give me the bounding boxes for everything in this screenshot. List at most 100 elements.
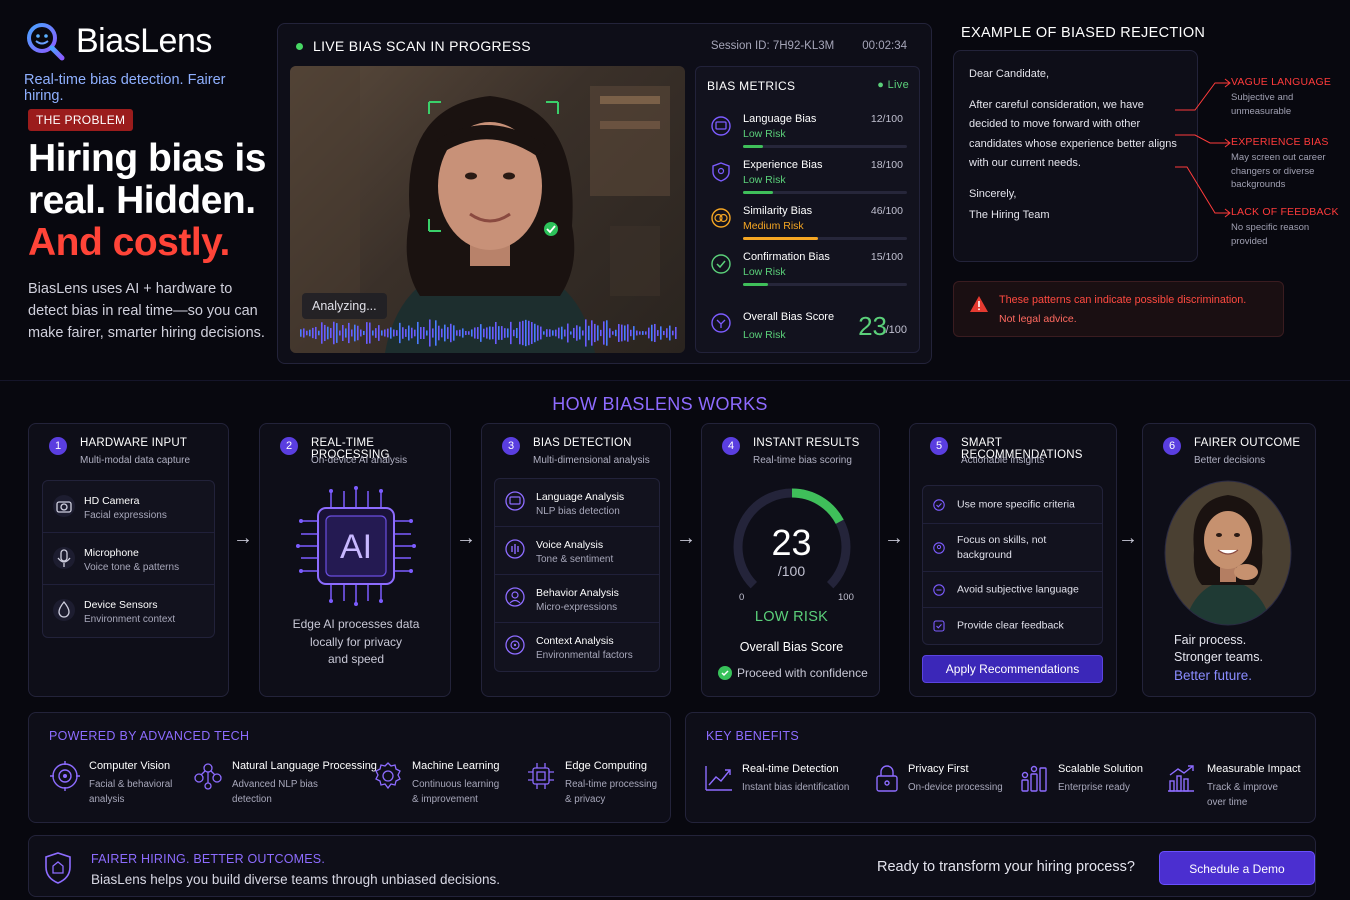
metric-risk: Low Risk — [743, 128, 786, 140]
metric-name: Similarity Bias — [743, 205, 813, 217]
benefit-title: Measurable Impact — [1207, 763, 1301, 775]
rec-item[interactable]: Avoid subjective language — [923, 572, 1102, 608]
metric-experience-bias[interactable]: Experience Bias Low Risk 18/100 — [706, 155, 911, 199]
waveform-bar — [501, 326, 503, 340]
waveform-bar — [390, 327, 392, 339]
waveform-bar — [318, 330, 320, 336]
arrow-right-icon: → — [884, 527, 904, 549]
waveform-bar — [300, 329, 302, 337]
benefit-title: Privacy First — [908, 763, 969, 775]
waveform-bar — [564, 329, 566, 337]
language-analysis-icon — [504, 490, 526, 512]
waveform-bar — [465, 330, 467, 336]
waveform-bar — [387, 328, 389, 338]
waveform-bar — [321, 322, 323, 344]
waveform-bar — [633, 326, 635, 340]
waveform-bar — [363, 330, 365, 336]
growth-chart-icon — [1166, 763, 1196, 793]
hardware-title: Microphone — [84, 547, 139, 559]
metric-similarity-bias[interactable]: Similarity Bias Medium Risk 46/100 — [706, 201, 911, 245]
waveform-bar — [489, 326, 491, 340]
waveform-bar — [510, 321, 512, 345]
waveform-bar — [549, 329, 551, 337]
footer-banner: FAIRER HIRING. BETTER OUTCOMES. BiasLens… — [28, 835, 1316, 897]
apply-recommendations-button[interactable]: Apply Recommendations — [922, 655, 1103, 683]
waveform-bar — [495, 321, 497, 345]
detection-item-behavior[interactable]: Behavior Analysis Micro-expressions — [495, 575, 659, 623]
context-analysis-icon — [504, 634, 526, 656]
live-indicator: ● Live — [877, 79, 909, 91]
check-circle-icon — [718, 666, 732, 680]
hardware-item-camera[interactable]: HD Camera Facial expressions — [43, 483, 214, 533]
scan-title: LIVE BIAS SCAN IN PROGRESS — [313, 38, 531, 54]
schedule-demo-button[interactable]: Schedule a Demo — [1159, 851, 1315, 885]
waveform-bar — [378, 325, 380, 341]
hardware-desc: Environment context — [84, 614, 176, 625]
benefit-title: Real-time Detection — [742, 763, 839, 775]
session-id: Session ID: 7H92-KL3M — [710, 40, 835, 52]
letter-signature: The Hiring Team — [969, 209, 1050, 221]
hardware-item-sensors[interactable]: Device Sensors Environment context — [43, 587, 214, 637]
overall-score-icon — [710, 312, 732, 334]
arrow-right-icon: → — [456, 527, 476, 549]
footer-title: FAIRER HIRING. BETTER OUTCOMES. — [91, 852, 325, 866]
waveform-bar — [474, 327, 476, 339]
step-instant-results: 4 INSTANT RESULTS Real-time bias scoring… — [701, 423, 880, 697]
waveform-bar — [303, 328, 305, 338]
waveform-bar — [534, 323, 536, 343]
waveform-bar — [372, 330, 374, 336]
step-subtitle: Multi-dimensional analysis — [533, 455, 650, 466]
metric-risk: Medium Risk — [743, 220, 804, 232]
metric-name: Language Bias — [743, 113, 817, 125]
waveform-bar — [591, 320, 593, 346]
bias-metrics-card: BIAS METRICS ● Live Language Bias Low Ri… — [695, 66, 920, 353]
rec-item[interactable]: Use more specific criteria — [923, 486, 1102, 524]
metric-confirmation-bias[interactable]: Confirmation Bias Low Risk 15/100 — [706, 247, 911, 291]
waveform-bar — [630, 329, 632, 337]
metric-bar — [743, 283, 907, 286]
rec-item[interactable]: Focus on skills, not background — [923, 524, 1102, 572]
happy-candidate-image — [1164, 480, 1292, 626]
metric-bar-fill — [743, 283, 768, 286]
waveform-bar — [660, 326, 662, 340]
detection-item-language[interactable]: Language Analysis NLP bias detection — [495, 479, 659, 527]
waveform-bar — [642, 331, 644, 335]
section-divider — [0, 380, 1350, 381]
waveform-bar — [324, 324, 326, 342]
brand-block: BiasLens Real-time bias detection. Faire… — [24, 20, 264, 105]
step-fairer-outcome: 6 FAIRER OUTCOME Better decisions Fair p… — [1142, 423, 1316, 697]
benefit-desc-line-2: over time — [1207, 797, 1248, 808]
arrow-right-icon: → — [1118, 527, 1138, 549]
gauge-fill — [791, 488, 844, 525]
waveform-bar — [477, 327, 479, 339]
tech-desc-line-2: analysis — [89, 794, 125, 805]
detection-list: Language Analysis NLP bias detection Voi… — [494, 478, 660, 672]
waveform-bar — [369, 322, 371, 344]
footer-description: BiasLens helps you build diverse teams t… — [91, 872, 501, 887]
waveform-bar — [525, 319, 527, 347]
benefits-title: KEY BENEFITS — [706, 729, 799, 743]
waveform-bar — [612, 331, 614, 335]
live-label: Live — [887, 79, 909, 91]
overall-risk: Low Risk — [743, 329, 786, 341]
advanced-tech-panel: POWERED BY ADVANCED TECH Computer Vision… — [28, 712, 671, 823]
app-name: BiasLens — [76, 21, 212, 60]
detection-item-context[interactable]: Context Analysis Environmental factors — [495, 623, 659, 671]
rec-text: Focus on skills, not background — [957, 533, 1047, 561]
rec-item[interactable]: Provide clear feedback — [923, 608, 1102, 644]
hardware-item-microphone[interactable]: Microphone Voice tone & patterns — [43, 535, 214, 585]
video-feed[interactable]: Analyzing... — [290, 66, 685, 353]
flag-title: VAGUE LANGUAGE — [1231, 76, 1332, 88]
waveform-bar — [417, 321, 419, 345]
waveform-bar — [546, 329, 548, 337]
sensor-icon — [52, 598, 76, 622]
waveform-bar — [315, 326, 317, 340]
detection-item-voice[interactable]: Voice Analysis Tone & sentiment — [495, 527, 659, 575]
detection-desc: Micro-expressions — [536, 602, 618, 613]
discrimination-warning: These patterns can indicate possible dis… — [953, 281, 1284, 337]
step-subtitle: On-device AI analysis — [311, 455, 408, 466]
flag-desc: Subjective and unmeasurable — [1231, 92, 1294, 117]
metric-bar-fill — [743, 145, 763, 148]
metric-language-bias[interactable]: Language Bias Low Risk 12/100 — [706, 109, 911, 153]
waveform-bar — [555, 329, 557, 337]
